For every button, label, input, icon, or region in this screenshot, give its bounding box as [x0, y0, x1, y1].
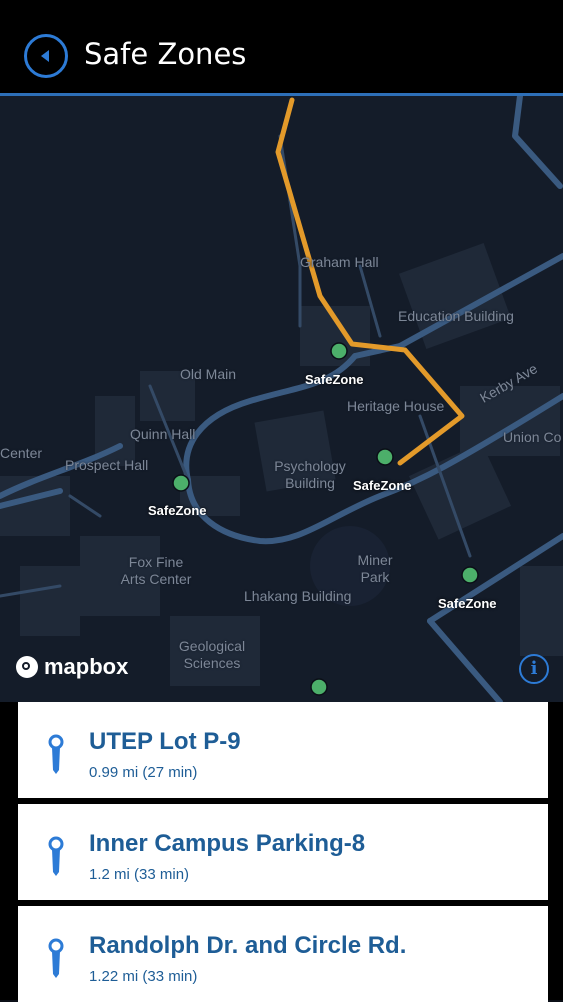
map-label: Psychology Building	[274, 458, 346, 491]
header-bar: Safe Zones	[0, 0, 563, 96]
location-name: Inner Campus Parking-8	[89, 830, 366, 857]
safezone-label: SafeZone	[353, 478, 412, 493]
location-name: UTEP Lot P-9	[89, 728, 241, 755]
location-name: Randolph Dr. and Circle Rd.	[89, 932, 407, 959]
map-label: Education Building	[398, 308, 514, 324]
safezone-marker	[376, 448, 394, 466]
map-pin-icon	[48, 836, 64, 876]
map-pin-icon	[48, 734, 64, 774]
mapbox-attribution[interactable]: mapbox	[16, 654, 128, 680]
map-label: Graham Hall	[300, 254, 379, 270]
safezone-label: SafeZone	[438, 596, 497, 611]
location-distance: 1.22 mi (33 min)	[89, 968, 198, 985]
map-canvas	[0, 96, 563, 702]
safezone-marker	[310, 678, 328, 696]
map-pin-icon	[48, 938, 64, 978]
safezone-label: SafeZone	[148, 503, 207, 518]
map-label: Geological Sciences	[178, 638, 246, 671]
mapbox-wordmark: mapbox	[44, 654, 129, 679]
map-label: Prospect Hall	[65, 457, 149, 473]
map-label: Union Co	[503, 429, 562, 445]
safezone-marker	[172, 474, 190, 492]
safezone-marker	[330, 342, 348, 360]
list-item[interactable]: Randolph Dr. and Circle Rd. 1.22 mi (33 …	[18, 906, 548, 1002]
campus-map[interactable]: Graham Hall Education Building Old Main …	[0, 96, 563, 702]
list-item[interactable]: Inner Campus Parking-8 1.2 mi (33 min)	[18, 804, 548, 900]
back-arrow-circle-icon	[41, 50, 49, 62]
location-list: UTEP Lot P-9 0.99 mi (27 min) Inner Camp…	[0, 702, 563, 1002]
map-label: Quinn Hall	[130, 426, 196, 442]
map-label: Fox Fine Arts Center	[120, 554, 192, 587]
mapbox-logo-icon	[16, 656, 38, 678]
safezone-label: SafeZone	[305, 372, 364, 387]
location-distance: 0.99 mi (27 min)	[89, 764, 198, 781]
list-item[interactable]: UTEP Lot P-9 0.99 mi (27 min)	[18, 702, 548, 798]
safezone-marker	[461, 566, 479, 584]
back-button[interactable]	[24, 34, 68, 78]
location-distance: 1.2 mi (33 min)	[89, 866, 190, 883]
map-label: Old Main	[180, 366, 237, 382]
map-label: Heritage House	[347, 398, 445, 414]
map-label: Center	[0, 445, 43, 461]
page-title: Safe Zones	[84, 37, 247, 71]
map-label: Lhakang Building	[244, 588, 352, 604]
map-label: Miner Park	[357, 552, 393, 585]
info-button[interactable]: i	[519, 654, 549, 684]
